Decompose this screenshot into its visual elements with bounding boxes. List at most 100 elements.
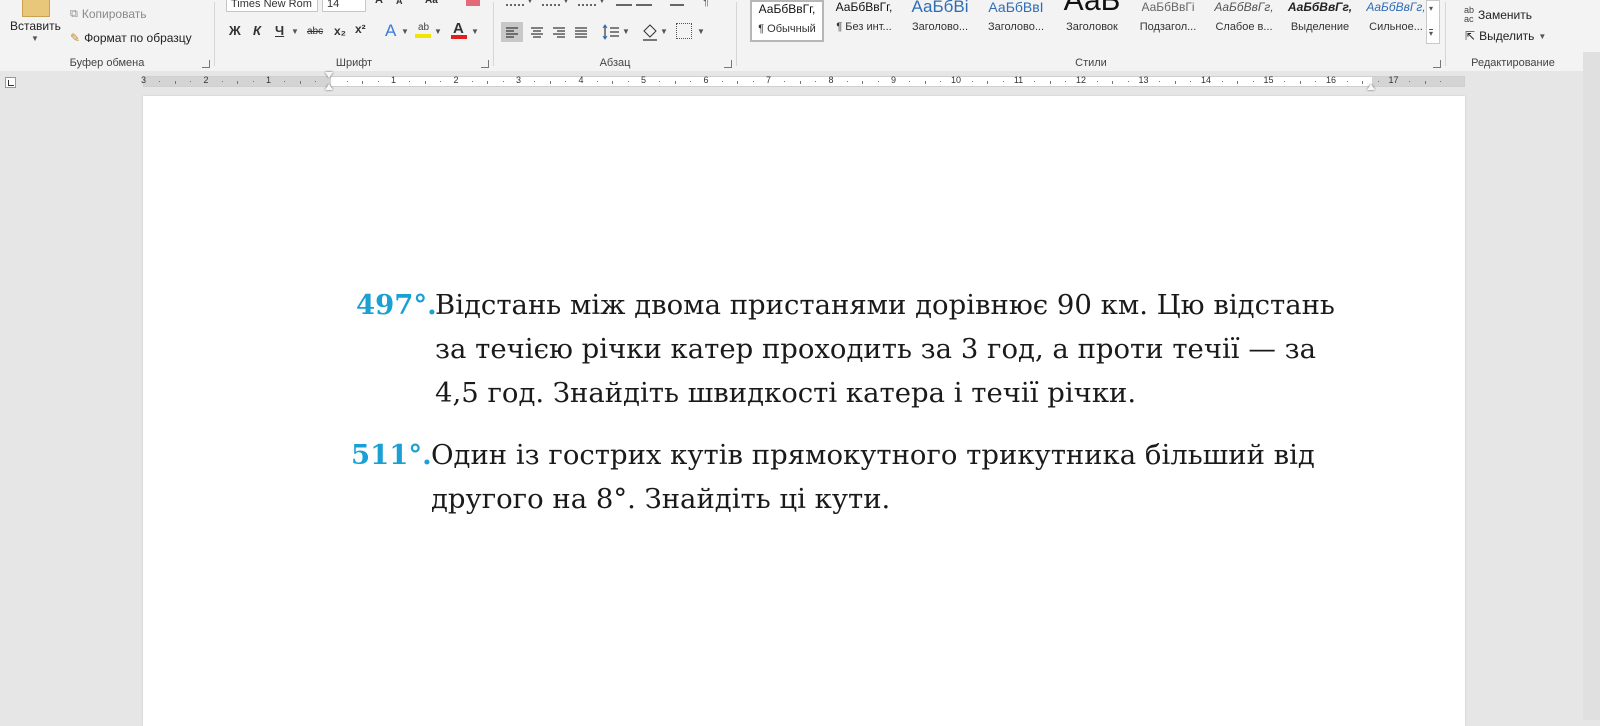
ruler-tick	[377, 81, 379, 82]
style-heading-1[interactable]: АаБбВі Заголово...	[903, 0, 977, 42]
style-preview: АаБбВі	[911, 0, 969, 16]
align-right-button[interactable]	[548, 22, 570, 42]
align-center-button[interactable]	[526, 22, 548, 42]
align-left-button[interactable]	[501, 22, 523, 42]
borders-icon[interactable]	[676, 23, 692, 39]
style-name: Заголово...	[987, 21, 1045, 33]
line-spacing-icon	[602, 24, 619, 40]
styles-gallery-scroll[interactable]: ▾ ▾	[1426, 0, 1440, 44]
ruler-bar[interactable]: 3 2 1 1 2 3 4 5 6 7 8 9 10 11 12 13 14 15 16 17	[141, 75, 1465, 87]
clipboard-launcher-icon[interactable]	[202, 60, 210, 68]
font-color-dropdown-arrow[interactable]: ▼	[471, 27, 479, 36]
ruler-tick	[471, 81, 473, 82]
text-effects-dropdown-arrow[interactable]: ▼	[401, 27, 409, 36]
shrink-font-button[interactable]: A	[396, 0, 403, 6]
paste-icon	[22, 0, 50, 17]
font-color-icon[interactable]: A	[451, 20, 467, 39]
highlight-dropdown-arrow[interactable]: ▼	[434, 27, 442, 36]
ruler-tick	[1190, 81, 1192, 82]
paste-button[interactable]: Вставить	[10, 19, 61, 33]
ruler-tick	[1346, 81, 1348, 82]
paste-dropdown-arrow[interactable]: ▼	[31, 34, 39, 43]
increase-indent-icon[interactable]	[636, 0, 652, 6]
borders-dropdown-arrow[interactable]: ▼	[697, 27, 705, 36]
ruler-tick	[627, 81, 629, 82]
clear-formatting-icon[interactable]	[466, 0, 480, 6]
subscript-button[interactable]: x₂	[334, 24, 346, 38]
superscript-button[interactable]: x²	[355, 22, 366, 36]
decrease-indent-icon[interactable]	[616, 0, 632, 6]
hanging-indent-marker[interactable]	[325, 84, 333, 90]
style-title[interactable]: АаБ Заголовок	[1055, 0, 1129, 42]
paragraph-launcher-icon[interactable]	[724, 60, 732, 68]
ruler-tick	[846, 81, 848, 82]
ruler-tick	[299, 81, 301, 84]
ruler-label: 6	[703, 75, 709, 85]
paragraph-group-label: Абзац	[599, 57, 631, 69]
right-indent-marker[interactable]	[1367, 84, 1375, 90]
show-formatting-icon[interactable]: ¶	[703, 0, 709, 8]
bold-button[interactable]: Ж	[229, 23, 241, 38]
ruler-tick	[799, 81, 801, 84]
styles-launcher-icon[interactable]	[1433, 60, 1441, 68]
ruler-label: 13	[1138, 75, 1149, 85]
format-painter-icon: ✎	[70, 31, 81, 45]
multilevel-list-icon[interactable]	[578, 0, 596, 6]
style-normal[interactable]: АаБбВвГг, ¶ Обычный	[750, 0, 824, 42]
vertical-scrollbar[interactable]	[1583, 52, 1600, 720]
line-spacing-button[interactable]	[600, 22, 622, 42]
multilevel-dropdown-arrow[interactable]: ▼	[598, 0, 606, 5]
ruler-tick	[1065, 81, 1067, 82]
ruler-tick	[877, 81, 879, 82]
ruler-label: 1	[265, 75, 272, 85]
ruler-tick	[1174, 81, 1176, 84]
numbering-dropdown-arrow[interactable]: ▼	[562, 0, 570, 5]
style-heading-2[interactable]: АаБбВвІ Заголово...	[979, 0, 1053, 42]
ruler-tick	[752, 81, 754, 82]
shading-button[interactable]	[640, 22, 660, 42]
underline-dropdown-arrow[interactable]: ▼	[291, 27, 299, 36]
format-painter-button[interactable]: ✎ Формат по образцу	[70, 31, 192, 45]
style-subtle-emphasis[interactable]: АаБбВвГг, Слабое в...	[1207, 0, 1281, 42]
ruler-tick	[237, 81, 239, 84]
select-button[interactable]: ⇱ Выделить ▼	[1465, 29, 1546, 43]
font-size-field[interactable]: 14	[322, 0, 366, 12]
ruler-tick	[1424, 81, 1426, 84]
align-left-icon	[506, 27, 518, 38]
gallery-more-icon[interactable]: ▾	[1429, 29, 1434, 38]
underline-button[interactable]: Ч	[275, 23, 284, 38]
ruler-tick	[315, 81, 317, 82]
chevron-down-icon[interactable]: ▾	[1429, 4, 1433, 13]
text-effects-icon[interactable]: A	[385, 21, 396, 41]
replace-button[interactable]: ab ac Заменить	[1464, 6, 1532, 24]
document-page[interactable]: 497°. Відстань між двома пристанями дорі…	[143, 96, 1465, 726]
first-line-indent-marker[interactable]	[325, 72, 333, 78]
style-intense-emphasis[interactable]: АаБбВвГг, Сильное...	[1359, 0, 1433, 42]
line-spacing-dropdown-arrow[interactable]: ▼	[622, 27, 630, 36]
numbering-icon[interactable]	[542, 0, 560, 6]
justify-button[interactable]	[570, 22, 592, 42]
style-no-spacing[interactable]: АаБбВвГг, ¶ Без инт...	[827, 0, 901, 42]
sort-icon[interactable]	[670, 0, 684, 6]
font-name-field[interactable]: Times New Rom	[226, 0, 318, 12]
font-launcher-icon[interactable]	[481, 60, 489, 68]
bullets-icon[interactable]	[506, 0, 524, 6]
style-subtitle[interactable]: АаБбВвГі Подзагол...	[1131, 0, 1205, 42]
tab-selector-icon[interactable]	[5, 77, 16, 88]
ruler-tick	[1440, 81, 1442, 82]
ruler-tick	[174, 81, 176, 84]
styles-group: АаБбВвГг, ¶ Обычный АаБбВвГг, ¶ Без инт.…	[737, 0, 1445, 71]
strikethrough-button[interactable]: abc	[307, 26, 323, 37]
bullets-dropdown-arrow[interactable]: ▼	[526, 0, 534, 5]
ruler-tick	[1096, 81, 1098, 82]
shading-dropdown-arrow[interactable]: ▼	[660, 27, 668, 36]
highlight-icon[interactable]: ab	[415, 22, 431, 38]
style-preview: АаБбВвГг,	[1287, 0, 1353, 14]
change-case-button[interactable]: Aa	[425, 0, 438, 6]
style-name: Подзагол...	[1139, 21, 1197, 33]
italic-button[interactable]: К	[253, 23, 261, 38]
style-emphasis[interactable]: АаБбВвГг, Выделение	[1283, 0, 1357, 42]
grow-font-button[interactable]: A	[375, 0, 383, 6]
copy-button[interactable]: ⧉ Копировать	[70, 7, 146, 21]
ruler-label: 12	[1075, 75, 1087, 85]
